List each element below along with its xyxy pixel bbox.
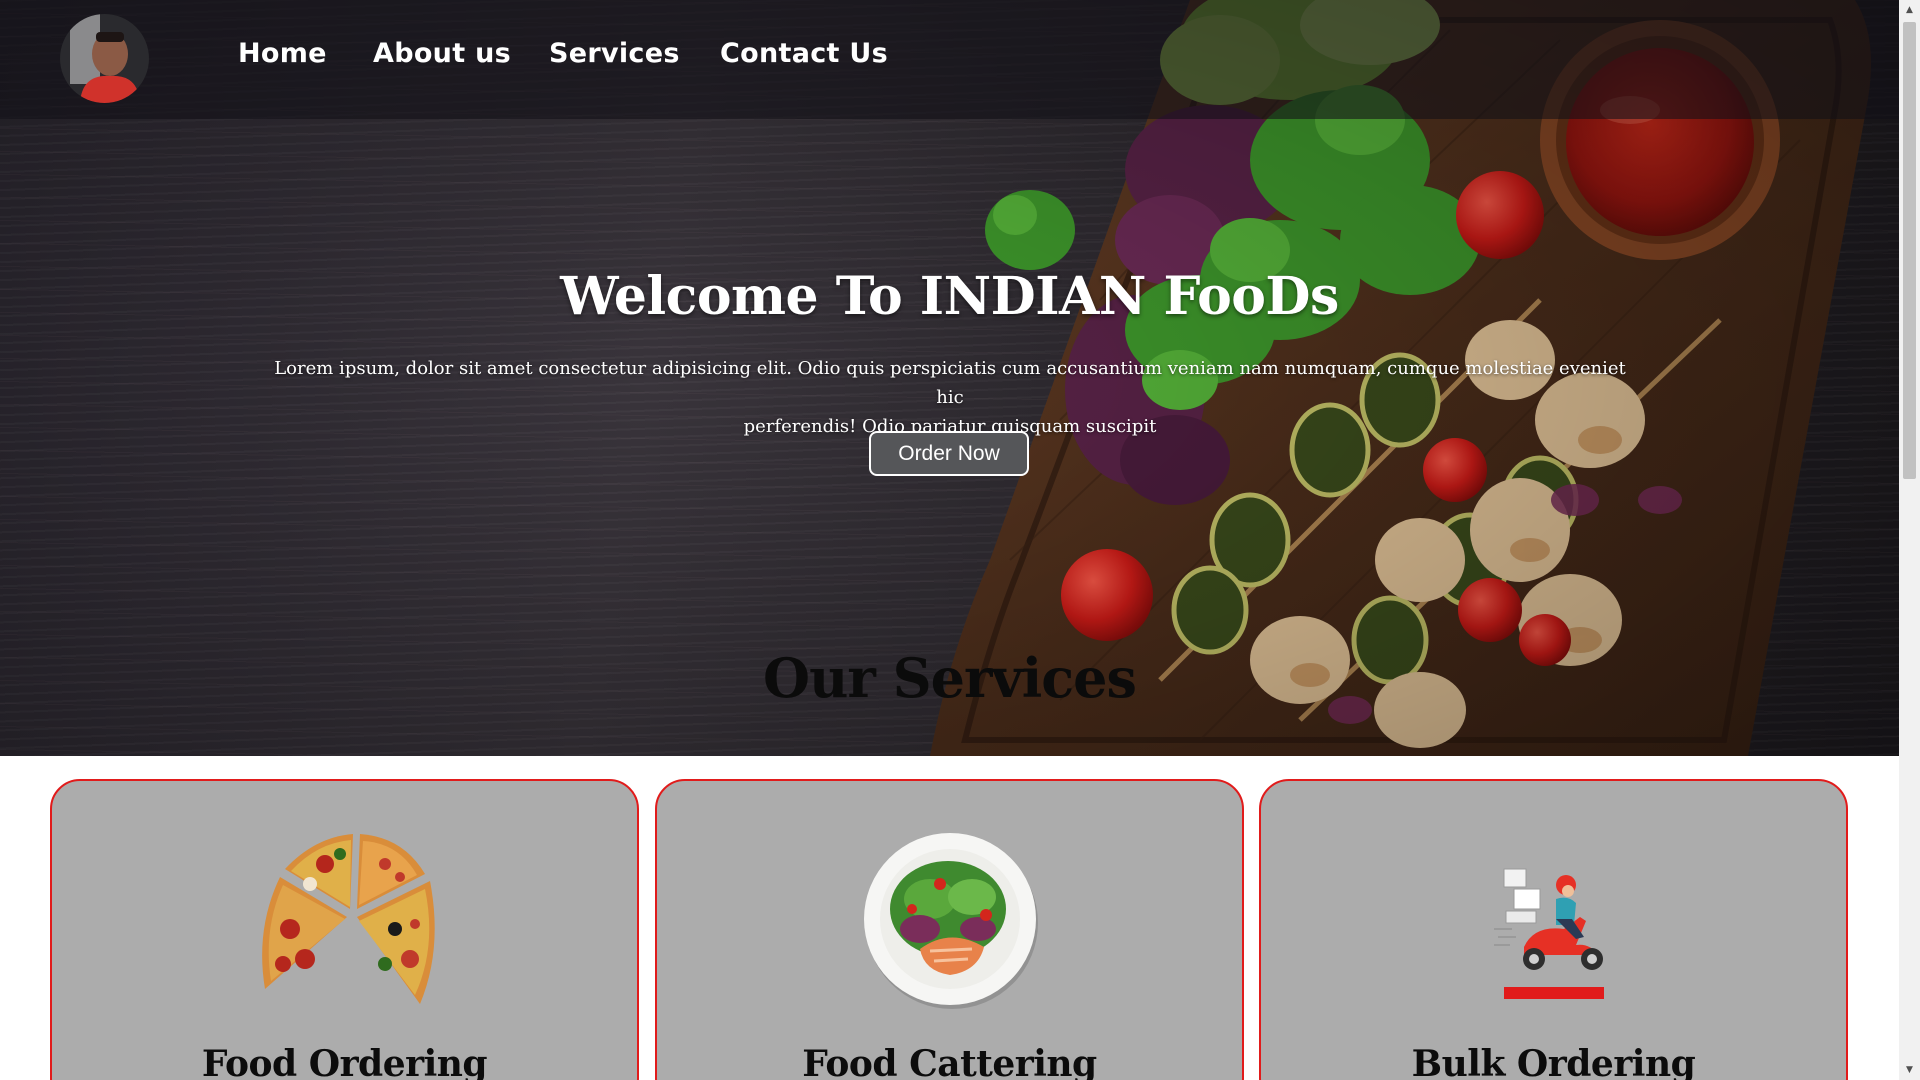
hero-title: Welcome To INDIAN FooDs — [560, 266, 1339, 327]
nav-contact-link[interactable]: Contact Us — [720, 38, 888, 69]
service-card-bulk-ordering[interactable]: Bulk Ordering — [1259, 779, 1848, 1080]
nav-about-link[interactable]: About us — [373, 38, 511, 69]
delivery-scooter-icon — [1493, 868, 1604, 999]
scroll-down-arrow-icon[interactable]: ▼ — [1899, 1060, 1920, 1080]
hero-description: Lorem ipsum, dolor sit amet consectetur … — [270, 354, 1630, 441]
service-card-food-ordering[interactable]: Food Ordering — [50, 779, 639, 1080]
services-heading: Our Services — [763, 646, 1137, 710]
hero-section: Home About us Services Contact Us Welcom… — [0, 0, 1899, 756]
pizza-icon — [261, 834, 435, 1004]
nav-services-link[interactable]: Services — [549, 38, 680, 69]
hero-description-line-1: Lorem ipsum, dolor sit amet consectetur … — [274, 358, 1626, 408]
top-navbar: Home About us Services Contact Us — [0, 0, 1899, 119]
nav-home-link[interactable]: Home — [238, 38, 327, 69]
page-scrollbar[interactable]: ▲ ▼ — [1899, 0, 1920, 1080]
card-title: Food Ordering — [201, 1043, 488, 1080]
card-title: Food Cattering — [802, 1043, 1097, 1080]
order-now-button[interactable]: Order Now — [869, 431, 1029, 476]
scroll-up-arrow-icon[interactable]: ▲ — [1899, 0, 1920, 20]
scroll-thumb[interactable] — [1903, 22, 1916, 479]
profile-photo-icon — [60, 14, 149, 103]
card-title: Bulk Ordering — [1411, 1043, 1696, 1080]
avatar[interactable] — [60, 14, 149, 103]
service-card-food-cattering[interactable]: Food Cattering — [655, 779, 1244, 1080]
salad-plate-icon — [863, 833, 1038, 1009]
